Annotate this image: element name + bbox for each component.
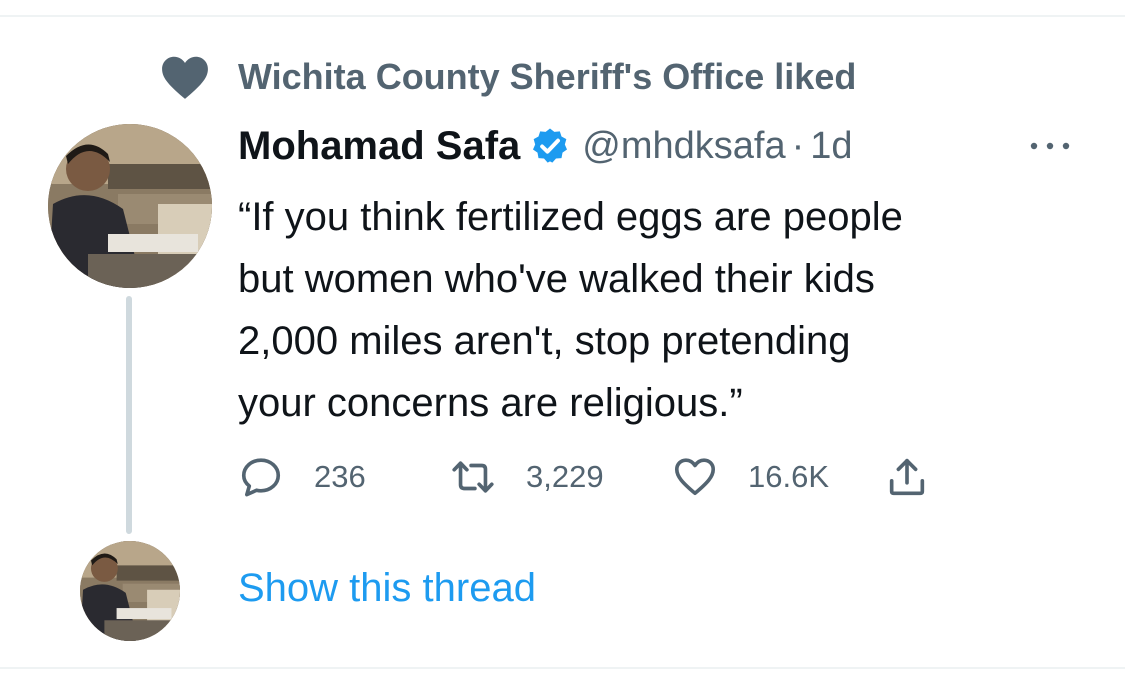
heart-icon [162,56,208,99]
retweet-count: 3,229 [526,459,604,494]
action-bar: 236 3,229 16.6K [238,452,930,502]
share-button[interactable] [884,454,930,500]
display-name[interactable]: Mohamad Safa [238,124,520,169]
user-handle[interactable]: @mhdksafa [582,125,785,168]
like-count: 16.6K [748,459,830,494]
retweet-icon [452,461,494,493]
reply-button[interactable]: 236 [238,454,450,500]
thread-avatar-photo [80,541,180,641]
tweet-header: Mohamad Safa @mhdksafa · 1d [238,118,853,174]
like-button[interactable]: 16.6K [672,454,884,500]
separator-dot: · [791,124,805,167]
avatar[interactable] [48,124,212,288]
like-icon [674,458,716,496]
social-context[interactable]: Wichita County Sheriff's Office liked [160,52,856,102]
social-context-text: Wichita County Sheriff's Office liked [238,56,857,97]
avatar-photo [48,124,212,288]
tweet-text-line: but women who've walked their kids [238,257,875,301]
tweet-text: “If you think fertilized eggs are people… [238,186,1098,434]
tweet-text-line: 2,000 miles aren't, stop pretending [238,319,851,363]
retweet-button[interactable]: 3,229 [450,454,672,500]
top-divider [0,15,1125,17]
tweet-text-line: “If you think fertilized eggs are people [238,195,903,239]
thread-line [126,296,132,534]
verified-badge-icon [533,128,568,163]
reply-icon [241,458,281,497]
reply-count: 236 [314,459,366,494]
show-thread-link[interactable]: Show this thread [238,566,536,611]
share-icon [889,458,925,496]
tweet-text-line: your concerns are religious.” [238,381,743,425]
thread-avatar[interactable] [80,541,180,641]
bottom-divider [0,667,1125,669]
more-options-icon[interactable] [1024,132,1076,160]
timestamp[interactable]: 1d [810,125,852,168]
